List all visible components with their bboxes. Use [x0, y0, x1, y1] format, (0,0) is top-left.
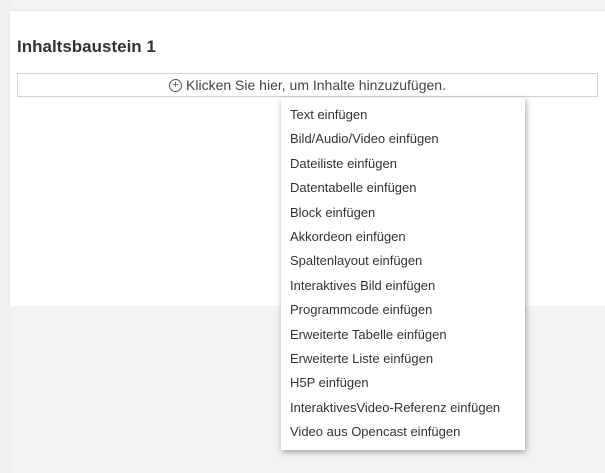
menu-item-h5p[interactable]: H5P einfügen — [281, 371, 525, 395]
menu-item-extended-list[interactable]: Erweiterte Liste einfügen — [281, 347, 525, 371]
content-block-title: Inhaltsbaustein 1 — [17, 37, 156, 56]
left-gutter — [0, 0, 10, 473]
top-strip — [10, 0, 605, 10]
menu-item-text[interactable]: Text einfügen — [281, 103, 525, 127]
menu-item-extended-table[interactable]: Erweiterte Tabelle einfügen — [281, 323, 525, 347]
plus-circle-icon: + — [169, 78, 183, 92]
add-content-label: Klicken Sie hier, um Inhalte hinzuzufüge… — [186, 77, 446, 93]
add-content-button[interactable]: + Klicken Sie hier, um Inhalte hinzuzufü… — [17, 73, 598, 97]
insert-content-menu: Text einfügen Bild/Audio/Video einfügen … — [281, 98, 525, 450]
menu-item-program-code[interactable]: Programmcode einfügen — [281, 298, 525, 322]
menu-item-opencast-video[interactable]: Video aus Opencast einfügen — [281, 420, 525, 444]
menu-item-block[interactable]: Block einfügen — [281, 201, 525, 225]
menu-item-media[interactable]: Bild/Audio/Video einfügen — [281, 127, 525, 151]
menu-item-column-layout[interactable]: Spaltenlayout einfügen — [281, 249, 525, 273]
menu-item-file-list[interactable]: Dateiliste einfügen — [281, 152, 525, 176]
menu-item-interactive-image[interactable]: Interaktives Bild einfügen — [281, 274, 525, 298]
menu-item-accordion[interactable]: Akkordeon einfügen — [281, 225, 525, 249]
menu-item-data-table[interactable]: Datentabelle einfügen — [281, 176, 525, 200]
menu-item-interactive-video[interactable]: InteraktivesVideo-Referenz einfügen — [281, 396, 525, 420]
